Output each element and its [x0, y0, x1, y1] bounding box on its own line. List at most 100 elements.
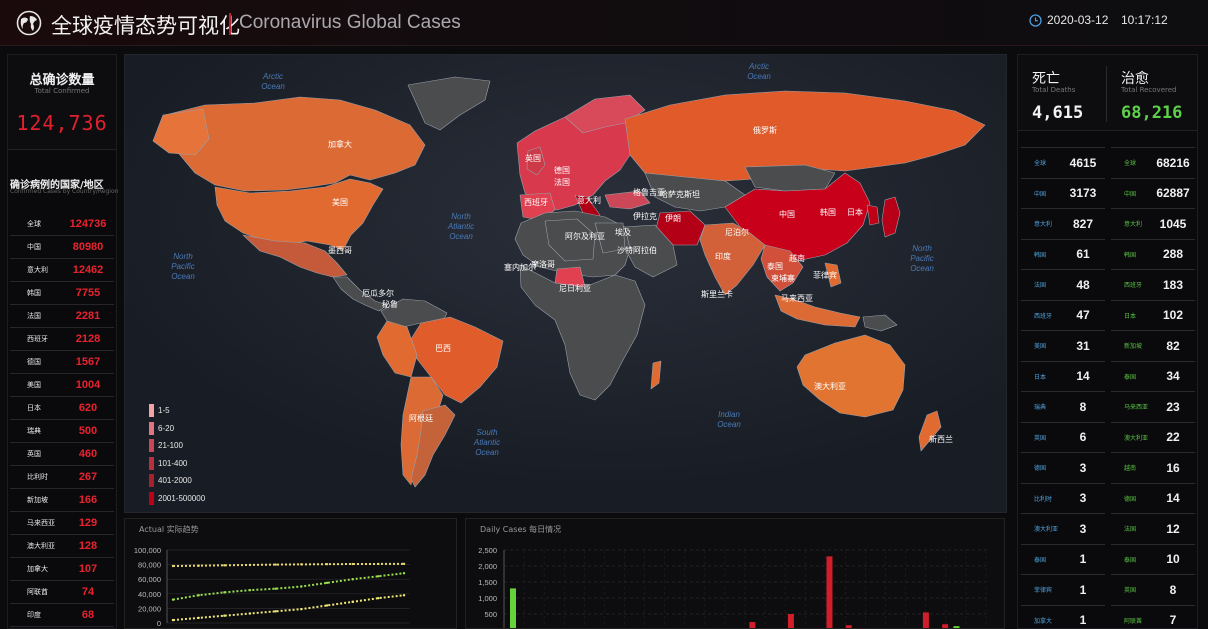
country-row[interactable]: 马来西亚 129	[10, 512, 114, 535]
recovered-value: 183	[1162, 277, 1184, 292]
recovered-item[interactable]: 阿联酋 7	[1111, 604, 1195, 629]
country-row[interactable]: 澳大利亚 128	[10, 535, 114, 558]
death-item[interactable]: 日本 14	[1021, 360, 1105, 392]
country-row[interactable]: 美国 1004	[10, 374, 114, 397]
series-point	[274, 610, 277, 613]
country-name: 美国	[27, 381, 41, 389]
death-country-name: 美国	[1034, 343, 1047, 351]
recovered-item[interactable]: 泰国 34	[1111, 360, 1195, 392]
recovered-item[interactable]: 法国 12	[1111, 513, 1195, 544]
country-list[interactable]: 全球 124736 中国 80980 意大利 12462 韩国 7755 法国 2281 西班牙 21…	[10, 213, 114, 627]
death-item[interactable]: 意大利 827	[1021, 208, 1105, 239]
series-point	[351, 562, 354, 566]
death-item[interactable]: 全球 4615	[1021, 147, 1105, 178]
recovered-item[interactable]: 日本 102	[1111, 299, 1195, 331]
deaths-total-value: 4,615	[1032, 103, 1084, 123]
total-confirmed-label-en: Total Confirmed	[34, 87, 90, 95]
country-row[interactable]: 加拿大 107	[10, 558, 114, 581]
death-value: 3173	[1069, 186, 1097, 201]
deaths-recovered-row: 菲律宾 1 英国 8	[1021, 574, 1195, 605]
country-row[interactable]: 比利时 267	[10, 466, 114, 489]
legend-item[interactable]: 21-100	[149, 437, 205, 455]
country-row[interactable]: 日本 620	[10, 397, 114, 420]
recovered-item[interactable]: 德国 14	[1111, 482, 1195, 514]
country-row[interactable]: 意大利 12462	[10, 259, 114, 282]
recovered-item[interactable]: 越南 16	[1111, 452, 1195, 483]
country-row[interactable]: 印度 68	[10, 604, 114, 627]
ocean-label-line: South	[477, 428, 498, 437]
death-country-name: 加拿大	[1034, 617, 1053, 625]
page-subtitle: Coronavirus Global Cases	[239, 12, 461, 33]
death-item[interactable]: 泰国 1	[1021, 543, 1105, 575]
country-row[interactable]: 韩国 7755	[10, 282, 114, 305]
map-label: 韩国	[820, 207, 836, 217]
country-row[interactable]: 英国 460	[10, 443, 114, 466]
country-row[interactable]: 瑞典 500	[10, 420, 114, 443]
country-row[interactable]: 西班牙 2128	[10, 328, 114, 351]
death-item[interactable]: 西班牙 47	[1021, 299, 1105, 331]
country-row[interactable]: 法国 2281	[10, 305, 114, 328]
death-item[interactable]: 瑞典 8	[1021, 391, 1105, 422]
map-label: 沙特阿拉伯	[617, 245, 657, 255]
recovered-item[interactable]: 英国 8	[1111, 574, 1195, 605]
legend-item[interactable]: 1-5	[149, 402, 205, 420]
death-item[interactable]: 德国 3	[1021, 452, 1105, 483]
legend-item[interactable]: 2001-500000	[149, 490, 205, 508]
y-tick-label: 500	[484, 610, 497, 619]
recovered-country-name: 泰国	[1124, 373, 1137, 381]
deaths-recovered-row: 意大利 827 意大利 1045	[1021, 208, 1195, 239]
recovered-country-name: 韩国	[1124, 251, 1137, 259]
legend-label: 1-5	[158, 406, 170, 416]
recovered-value: 16	[1166, 460, 1180, 475]
death-item[interactable]: 法国 48	[1021, 269, 1105, 300]
legend-item[interactable]: 401-2000	[149, 472, 205, 490]
series-point	[171, 618, 175, 622]
map-label: 意大利	[577, 195, 601, 205]
death-item[interactable]: 中国 3173	[1021, 177, 1105, 209]
actual-trend-svg: 100,000 80,000 60,000 40,000 20,000 0	[134, 546, 410, 628]
series-point	[197, 616, 200, 620]
country-row[interactable]: 中国 80980	[10, 236, 114, 259]
country-row[interactable]: 阿联酋 74	[10, 581, 114, 604]
recovered-item[interactable]: 韩国 288	[1111, 238, 1195, 270]
legend-item[interactable]: 101-400	[149, 455, 205, 473]
ocean-label-line: Ocean	[747, 72, 771, 81]
recovered-item[interactable]: 新加坡 82	[1111, 330, 1195, 361]
daily-bar	[826, 556, 833, 628]
ocean-label: IndianOcean	[717, 410, 741, 429]
recovered-item[interactable]: 泰国 10	[1111, 543, 1195, 575]
death-item[interactable]: 加拿大 1	[1021, 604, 1105, 629]
daily-bar	[942, 624, 949, 628]
recovered-item[interactable]: 澳大利亚 22	[1111, 421, 1195, 453]
death-item[interactable]: 美国 31	[1021, 330, 1105, 361]
ocean-label-line: North	[912, 244, 932, 253]
legend-item[interactable]: 6-20	[149, 420, 205, 438]
country-row[interactable]: 全球 124736	[10, 213, 114, 236]
map-label: 马来西亚	[781, 294, 813, 303]
daily-bar	[845, 625, 852, 628]
map-label: 菲律宾	[813, 270, 837, 280]
country-row[interactable]: 德国 1567	[10, 351, 114, 374]
death-item[interactable]: 英国 6	[1021, 421, 1105, 453]
death-item[interactable]: 澳大利亚 3	[1021, 513, 1105, 544]
country-confirmed-value: 128	[78, 540, 98, 552]
recovered-item[interactable]: 意大利 1045	[1111, 208, 1195, 239]
recovered-item[interactable]: 西班牙 183	[1111, 269, 1195, 300]
country-name: 印度	[27, 611, 41, 619]
recovered-item[interactable]: 中国 62887	[1111, 177, 1195, 209]
death-item[interactable]: 韩国 61	[1021, 238, 1105, 270]
world-map[interactable]: 加拿大 美国 墨西哥 巴西 秘鲁 阿根廷 厄瓜多尔 俄罗斯 中国 韩国 日本 伊朗 伊拉克 印度 澳大利亚新…	[124, 54, 1007, 513]
y-tick-label: 2,500	[478, 546, 497, 555]
y-tick-label: 1,500	[478, 578, 497, 587]
world-map-svg[interactable]: 加拿大美国墨西哥巴西 秘鲁阿根廷 厄瓜多尔 俄罗斯中国 韩国 日本伊朗伊拉克印度澳大利亚新…	[125, 55, 1007, 513]
deaths-recovered-list[interactable]: 全球 4615 全球 68216 中国 3173 中国 62887 意大利 827 意大利 1045 韩…	[1021, 147, 1195, 629]
death-item[interactable]: 菲律宾 1	[1021, 574, 1105, 605]
y-tick-label: 80,000	[138, 561, 161, 570]
recovered-item[interactable]: 马来西亚 23	[1111, 391, 1195, 422]
recovered-item[interactable]: 全球 68216	[1111, 147, 1195, 178]
series-point	[248, 588, 252, 592]
death-item[interactable]: 比利时 3	[1021, 482, 1105, 514]
series-point	[402, 572, 406, 575]
country-row[interactable]: 新加坡 166	[10, 489, 114, 512]
country-confirmed-value: 267	[78, 471, 98, 483]
